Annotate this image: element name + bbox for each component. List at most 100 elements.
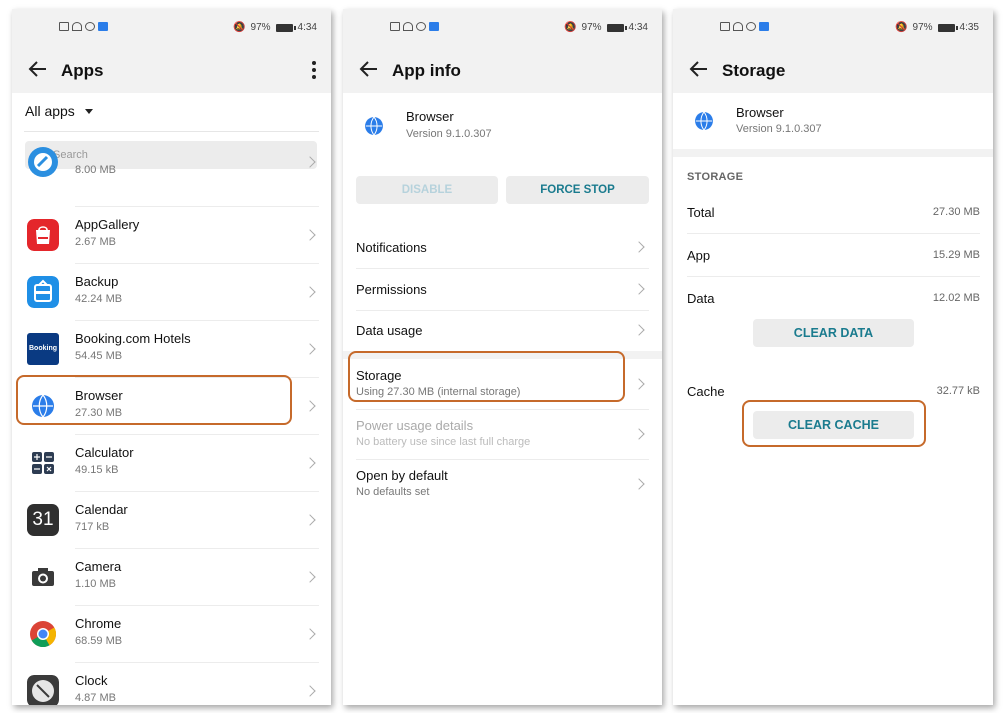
- appgallery-icon: [27, 219, 59, 251]
- list-item[interactable]: AppGallery 2.67 MB: [12, 207, 331, 264]
- page-title: Storage: [722, 61, 786, 80]
- clock-time: 4:34: [628, 22, 648, 33]
- app-size: 1.10 MB: [75, 578, 116, 590]
- app-name: Booking.com Hotels: [75, 331, 191, 346]
- chevron-right-icon: [633, 283, 645, 295]
- list-item[interactable]: 8.00 MB: [12, 147, 331, 207]
- item-label: Permissions: [356, 282, 427, 297]
- app-notification-icon: [759, 22, 769, 31]
- calendar-day: 31: [32, 509, 54, 530]
- app-header: Browser Version 9.1.0.307: [673, 93, 993, 149]
- data-label: Data: [687, 291, 715, 306]
- calculator-icon: [32, 452, 54, 474]
- chevron-right-icon: [304, 571, 316, 583]
- camera-icon: [32, 568, 54, 586]
- list-item[interactable]: Booking Booking.com Hotels 54.45 MB: [12, 321, 331, 378]
- data-usage-item[interactable]: Data usage: [356, 310, 649, 351]
- filter-dropdown[interactable]: All apps: [25, 103, 93, 119]
- sim-icon: [390, 22, 400, 31]
- power-usage-item[interactable]: Power usage details No battery use since…: [356, 409, 649, 460]
- app-size: 49.15 kB: [75, 464, 119, 476]
- app-name: Browser: [736, 105, 784, 120]
- sim-icon: [59, 22, 69, 31]
- sync-icon: [416, 22, 426, 31]
- partial-app-icon: [28, 147, 58, 177]
- sync-icon: [746, 22, 756, 31]
- app-version: Version 9.1.0.307: [406, 128, 492, 140]
- clear-data-button[interactable]: CLEAR DATA: [753, 319, 914, 347]
- battery-percent: 97%: [581, 22, 602, 33]
- back-arrow-icon[interactable]: [687, 57, 711, 81]
- chevron-right-icon: [633, 324, 645, 336]
- back-arrow-icon[interactable]: [26, 57, 50, 81]
- browser-highlight: [16, 375, 292, 425]
- app-size: 54.45 MB: [75, 350, 123, 362]
- calendar-icon: 31: [27, 504, 59, 536]
- more-options-icon[interactable]: [311, 60, 317, 80]
- app-version: Version 9.1.0.307: [736, 123, 822, 135]
- app-bar: Storage: [673, 47, 993, 93]
- list-item[interactable]: Chrome 68.59 MB: [12, 606, 331, 663]
- app-name: Browser: [406, 109, 454, 124]
- wifi-icon: [403, 22, 413, 31]
- list-item[interactable]: Calculator 49.15 kB: [12, 435, 331, 492]
- chevron-right-icon: [633, 478, 645, 490]
- page-title: App info: [392, 61, 461, 80]
- clock-time: 4:35: [959, 22, 979, 33]
- cache-label: Cache: [687, 384, 725, 399]
- storage-screen: 🔕 97% 4:35 Storage Browser Version 9.1.0…: [673, 9, 993, 705]
- notifications-item[interactable]: Notifications: [356, 227, 649, 269]
- total-value: 27.30 MB: [932, 206, 980, 218]
- filter-label: All apps: [25, 103, 75, 119]
- list-item[interactable]: 31 Calendar 717 kB: [12, 492, 331, 549]
- chevron-right-icon: [304, 400, 316, 412]
- app-notification-icon: [429, 22, 439, 31]
- app-name: AppGallery: [75, 217, 140, 232]
- mute-icon: 🔕: [564, 22, 577, 33]
- chevron-right-icon: [304, 343, 316, 355]
- sync-icon: [85, 22, 95, 31]
- app-bar: Apps: [12, 47, 331, 93]
- permissions-item[interactable]: Permissions: [356, 269, 649, 311]
- chevron-right-icon: [633, 428, 645, 440]
- clear-cache-highlight: [742, 400, 926, 447]
- browser-icon: [691, 108, 717, 134]
- chevron-right-icon: [304, 685, 316, 697]
- browser-icon: [361, 113, 387, 139]
- wifi-icon: [733, 22, 743, 31]
- open-by-default-item[interactable]: Open by default No defaults set: [356, 459, 649, 509]
- force-stop-button[interactable]: FORCE STOP: [506, 176, 649, 204]
- list-item[interactable]: Clock 4.87 MB: [12, 663, 331, 705]
- chevron-right-icon: [304, 628, 316, 640]
- page-title: Apps: [61, 61, 104, 80]
- divider: [24, 131, 319, 132]
- back-arrow-icon[interactable]: [357, 57, 381, 81]
- apps-screen: 🔕 97% 4:34 Apps All apps Search 8.00 MB: [12, 9, 331, 705]
- app-size: 717 kB: [75, 521, 110, 533]
- app-bar: App info: [343, 47, 662, 93]
- app-name: Clock: [75, 673, 108, 688]
- chevron-right-icon: [304, 286, 316, 298]
- item-subtitle: No battery use since last full charge: [356, 436, 531, 448]
- app-size: 68.59 MB: [75, 635, 123, 647]
- storage-content: Browser Version 9.1.0.307 STORAGE Total …: [673, 93, 993, 705]
- chevron-right-icon: [633, 378, 645, 390]
- disable-button[interactable]: DISABLE: [356, 176, 498, 204]
- wifi-icon: [72, 22, 82, 31]
- mute-icon: 🔕: [895, 22, 908, 33]
- clock-time: 4:34: [297, 22, 317, 33]
- clock-icon: [27, 675, 59, 705]
- mute-icon: 🔕: [233, 22, 246, 33]
- item-label: Open by default: [356, 468, 448, 483]
- list-item[interactable]: Backup 42.24 MB: [12, 264, 331, 321]
- total-label: Total: [687, 205, 715, 220]
- backup-icon: [27, 276, 59, 308]
- data-value: 12.02 MB: [932, 292, 980, 304]
- list-item[interactable]: Camera 1.10 MB: [12, 549, 331, 606]
- app-name: Backup: [75, 274, 119, 289]
- app-size: 8.00 MB: [75, 164, 116, 176]
- battery-percent: 97%: [912, 22, 933, 33]
- section-label: STORAGE: [687, 171, 744, 183]
- chevron-right-icon: [304, 229, 316, 241]
- battery-icon: [275, 23, 296, 32]
